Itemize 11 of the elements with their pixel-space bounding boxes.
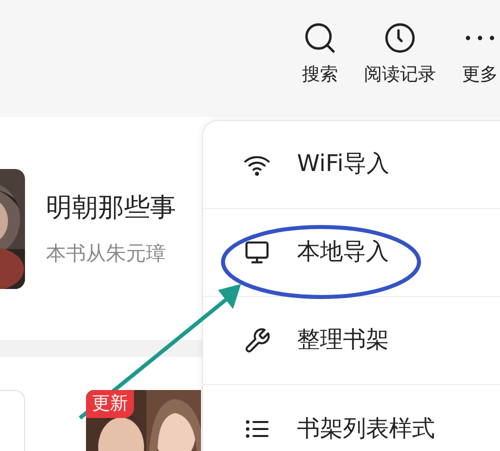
toolbar-button[interactable]: 更多 xyxy=(462,20,498,84)
book-title: 明朝那些事 xyxy=(46,194,176,220)
toolbar-button[interactable]: 阅读记录 xyxy=(364,20,436,84)
menu-item[interactable]: WiFi导入 xyxy=(203,121,500,209)
monitor-icon xyxy=(243,238,271,266)
toolbar-button[interactable]: 搜索 xyxy=(302,20,338,84)
update-badge: 更新 xyxy=(86,390,134,418)
menu-item[interactable]: 书架列表样式 xyxy=(203,385,500,451)
more-icon xyxy=(465,35,495,41)
book-description: 本书从朱元璋 xyxy=(46,242,167,262)
wrench-icon xyxy=(243,326,271,354)
